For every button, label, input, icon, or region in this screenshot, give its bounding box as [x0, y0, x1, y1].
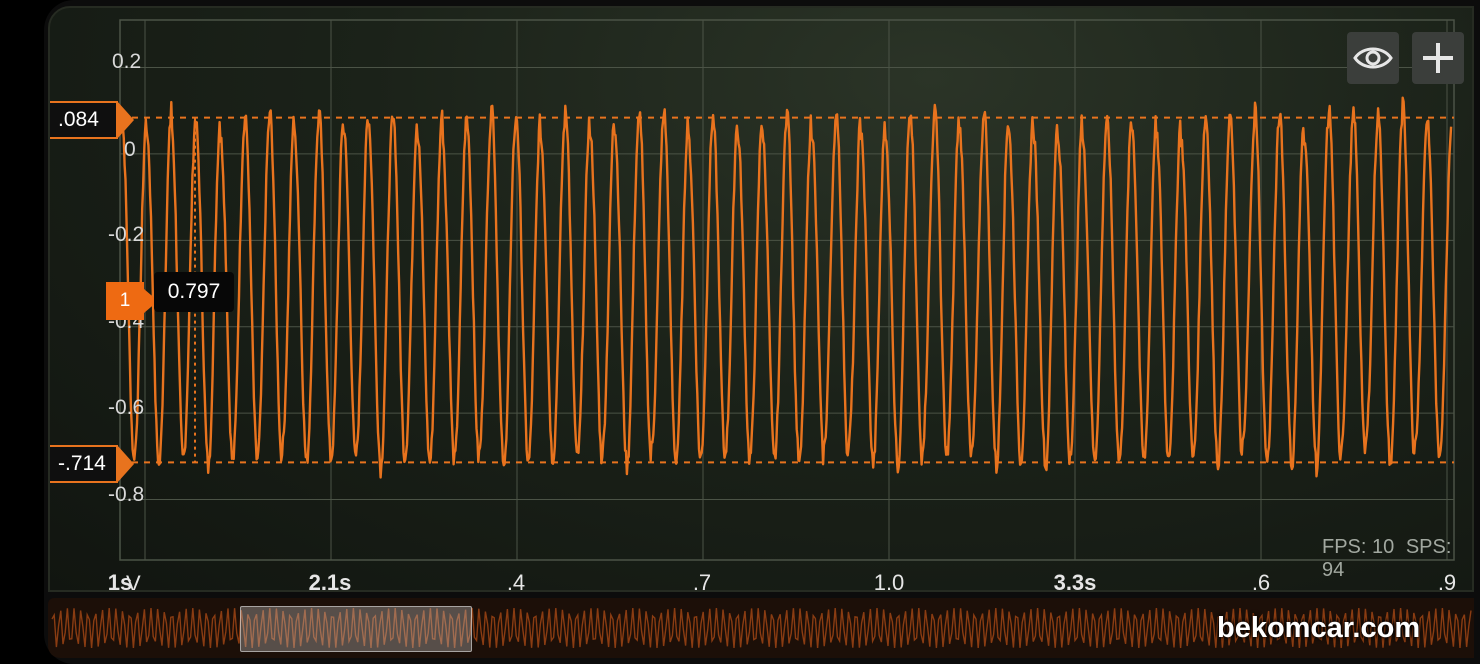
plot-border — [119, 19, 1455, 561]
x-tick: 1s — [107, 570, 133, 592]
upper-voltage-marker[interactable]: .084 — [50, 101, 134, 139]
y-tick: 0 — [124, 138, 136, 161]
watermark: bekomcar.com — [1217, 612, 1421, 644]
x-tick: .4 — [506, 570, 526, 592]
acquisition-stats: FPS: 10 SPS: 94 — [1322, 536, 1472, 582]
eye-icon — [1353, 47, 1393, 69]
y-tick: -0.6 — [108, 396, 145, 419]
x-tick: 3.3s — [1053, 570, 1097, 592]
waveform-plot[interactable] — [50, 8, 1474, 592]
fps-readout: FPS: 10 — [1322, 536, 1395, 558]
overview-viewport-window[interactable] — [240, 606, 472, 652]
add-channel-button[interactable] — [1412, 32, 1464, 84]
cursor-marker[interactable]: 1 — [106, 282, 158, 320]
x-tick: 2.1s — [308, 570, 352, 592]
y-tick: -0.8 — [108, 483, 145, 506]
oscilloscope-panel[interactable]: 0.2 0 -0.2 -0.4 -0.6 -0.8 V 1s 2.1s .4 .… — [48, 6, 1474, 592]
waveform-trace — [121, 96, 1453, 479]
y-tick: -0.2 — [108, 223, 145, 246]
x-tick: .6 — [1251, 570, 1271, 592]
x-tick: 1.0 — [873, 570, 905, 592]
y-tick: 0.2 — [112, 50, 142, 73]
visibility-button[interactable] — [1347, 32, 1399, 84]
x-tick: .7 — [692, 570, 712, 592]
lower-voltage-marker[interactable]: -.714 — [50, 445, 134, 483]
plus-icon — [1423, 43, 1453, 73]
cursor-value-readout: 0.797 — [154, 272, 234, 312]
